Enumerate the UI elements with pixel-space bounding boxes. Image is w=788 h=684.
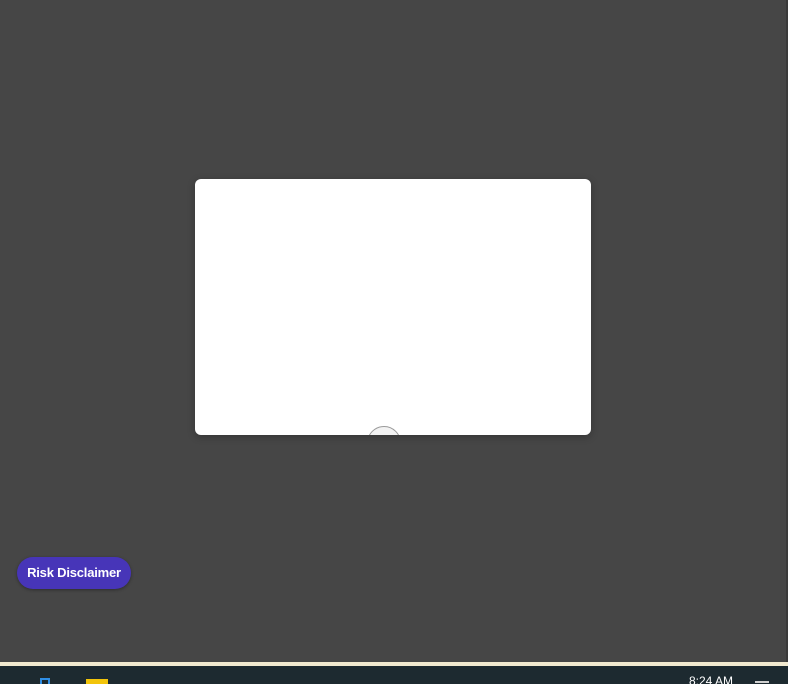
- modal-dialog: [195, 179, 591, 435]
- screen: Risk Disclaimer 8:24 AM: [0, 0, 788, 684]
- windows-start-icon[interactable]: [40, 678, 50, 684]
- notification-icon[interactable]: [755, 681, 769, 683]
- modal-handle-icon[interactable]: [367, 426, 401, 435]
- risk-disclaimer-button[interactable]: Risk Disclaimer: [17, 557, 131, 589]
- taskbar-clock[interactable]: 8:24 AM: [689, 674, 733, 684]
- taskbar: 8:24 AM: [0, 666, 788, 684]
- file-explorer-icon[interactable]: [86, 679, 108, 684]
